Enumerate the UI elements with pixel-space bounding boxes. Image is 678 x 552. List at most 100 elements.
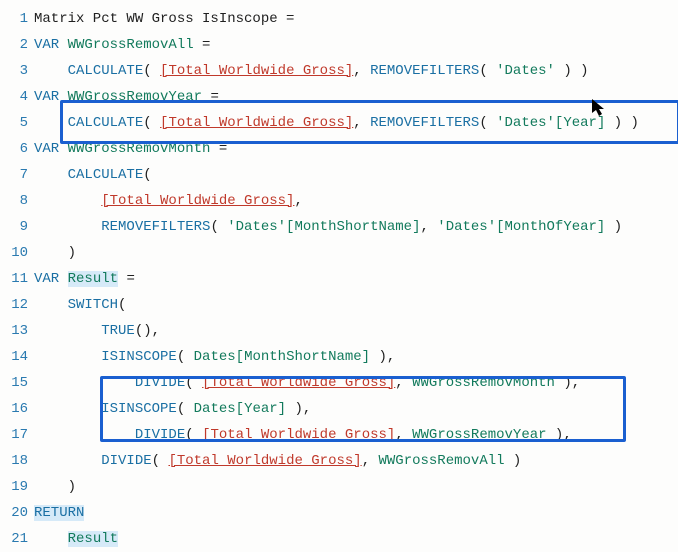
var-ref: WWGrossRemovAll: [379, 453, 505, 469]
var-ref: WWGrossRemovMonth: [412, 375, 555, 391]
line-number: 10: [0, 240, 28, 266]
code-line[interactable]: ): [34, 240, 678, 266]
code-line[interactable]: DIVIDE( [Total Worldwide Gross], WWGross…: [34, 448, 678, 474]
line-number: 5: [0, 110, 28, 136]
paren: (: [185, 375, 202, 391]
code-line[interactable]: VAR WWGrossRemovYear =: [34, 84, 678, 110]
comma: ,: [353, 115, 370, 131]
indent: [34, 401, 101, 417]
keyword-var: VAR: [34, 37, 59, 53]
indent: [34, 63, 68, 79]
paren: ): [605, 219, 622, 235]
table-ref: 'Dates': [496, 63, 555, 79]
code-line[interactable]: REMOVEFILTERS( 'Dates'[MonthShortName], …: [34, 214, 678, 240]
code-line[interactable]: DIVIDE( [Total Worldwide Gross], WWGross…: [34, 422, 678, 448]
line-number: 7: [0, 162, 28, 188]
text: =: [210, 141, 227, 157]
func-switch: SWITCH: [68, 297, 118, 313]
line-number: 4: [0, 84, 28, 110]
paren: (: [143, 167, 151, 183]
column-ref: 'Dates'[Year]: [496, 115, 605, 131]
code-line[interactable]: VAR WWGrossRemovMonth =: [34, 136, 678, 162]
code-line[interactable]: VAR WWGrossRemovAll =: [34, 32, 678, 58]
indent: [34, 531, 68, 547]
func-isinscope: ISINSCOPE: [101, 349, 177, 365]
measure-name: Matrix Pct WW Gross IsInscope =: [34, 11, 294, 27]
code-line[interactable]: DIVIDE( [Total Worldwide Gross], WWGross…: [34, 370, 678, 396]
keyword-var: VAR: [34, 141, 59, 157]
indent: [34, 427, 135, 443]
column-ref: 'Dates'[MonthShortName]: [227, 219, 420, 235]
code-line[interactable]: RETURN: [34, 500, 678, 526]
code-line[interactable]: ): [34, 474, 678, 500]
text: =: [118, 271, 135, 287]
func-calculate: CALCULATE: [68, 63, 144, 79]
paren: (: [479, 63, 496, 79]
paren: (: [177, 401, 194, 417]
paren: ),: [286, 401, 311, 417]
paren: ) ): [605, 115, 639, 131]
paren: ): [34, 245, 76, 261]
code-line[interactable]: Result: [34, 526, 678, 552]
var-name: WWGrossRemovYear: [59, 89, 202, 105]
indent: [34, 167, 68, 183]
paren: (: [177, 349, 194, 365]
line-number: 3: [0, 58, 28, 84]
func-removefilters: REMOVEFILTERS: [370, 63, 479, 79]
var-ref: WWGrossRemovYear: [412, 427, 546, 443]
measure-ref: [Total Worldwide Gross]: [101, 193, 294, 209]
code-line[interactable]: ISINSCOPE( Dates[MonthShortName] ),: [34, 344, 678, 370]
code-editor[interactable]: 1 2 3 4 5 6 7 8 9 10 11 12 13 14 15 16 1…: [0, 0, 678, 552]
indent: [34, 297, 68, 313]
indent: [34, 219, 101, 235]
keyword-var: VAR: [34, 89, 59, 105]
paren: ): [34, 479, 76, 495]
paren: (: [210, 219, 227, 235]
paren: ) ): [555, 63, 589, 79]
var-name: WWGrossRemovMonth: [59, 141, 210, 157]
comma: ,: [362, 453, 379, 469]
code-line[interactable]: CALCULATE( [Total Worldwide Gross], REMO…: [34, 58, 678, 84]
func-isinscope: ISINSCOPE: [101, 401, 177, 417]
code-line[interactable]: Matrix Pct WW Gross IsInscope =: [34, 6, 678, 32]
code-area[interactable]: Matrix Pct WW Gross IsInscope = VAR WWGr…: [34, 6, 678, 552]
indent: [34, 349, 101, 365]
line-number: 14: [0, 344, 28, 370]
measure-ref: [Total Worldwide Gross]: [202, 375, 395, 391]
code-line[interactable]: CALCULATE( [Total Worldwide Gross], REMO…: [34, 110, 678, 136]
line-number: 9: [0, 214, 28, 240]
code-line[interactable]: ISINSCOPE( Dates[Year] ),: [34, 396, 678, 422]
line-number: 13: [0, 318, 28, 344]
code-line[interactable]: SWITCH(: [34, 292, 678, 318]
paren: (),: [135, 323, 160, 339]
indent: [34, 193, 101, 209]
keyword-var: VAR: [34, 271, 59, 287]
line-number: 1: [0, 6, 28, 32]
code-line[interactable]: TRUE(),: [34, 318, 678, 344]
func-removefilters: REMOVEFILTERS: [370, 115, 479, 131]
line-number: 18: [0, 448, 28, 474]
text: =: [194, 37, 211, 53]
func-divide: DIVIDE: [135, 427, 185, 443]
paren: (: [143, 63, 160, 79]
indent: [34, 115, 68, 131]
func-true: TRUE: [101, 323, 135, 339]
column-ref: 'Dates'[MonthOfYear]: [437, 219, 605, 235]
indent: [34, 323, 101, 339]
func-calculate: CALCULATE: [68, 167, 144, 183]
line-number: 19: [0, 474, 28, 500]
paren: (: [118, 297, 126, 313]
line-number: 12: [0, 292, 28, 318]
paren: (: [479, 115, 496, 131]
column-ref: Dates[Year]: [194, 401, 286, 417]
line-number: 20: [0, 500, 28, 526]
paren: (: [152, 453, 169, 469]
paren: ): [505, 453, 522, 469]
code-line[interactable]: VAR Result =: [34, 266, 678, 292]
column-ref: Dates[MonthShortName]: [194, 349, 370, 365]
line-number: 21: [0, 526, 28, 552]
code-line[interactable]: [Total Worldwide Gross],: [34, 188, 678, 214]
code-line[interactable]: CALCULATE(: [34, 162, 678, 188]
paren: ),: [370, 349, 395, 365]
measure-ref: [Total Worldwide Gross]: [202, 427, 395, 443]
